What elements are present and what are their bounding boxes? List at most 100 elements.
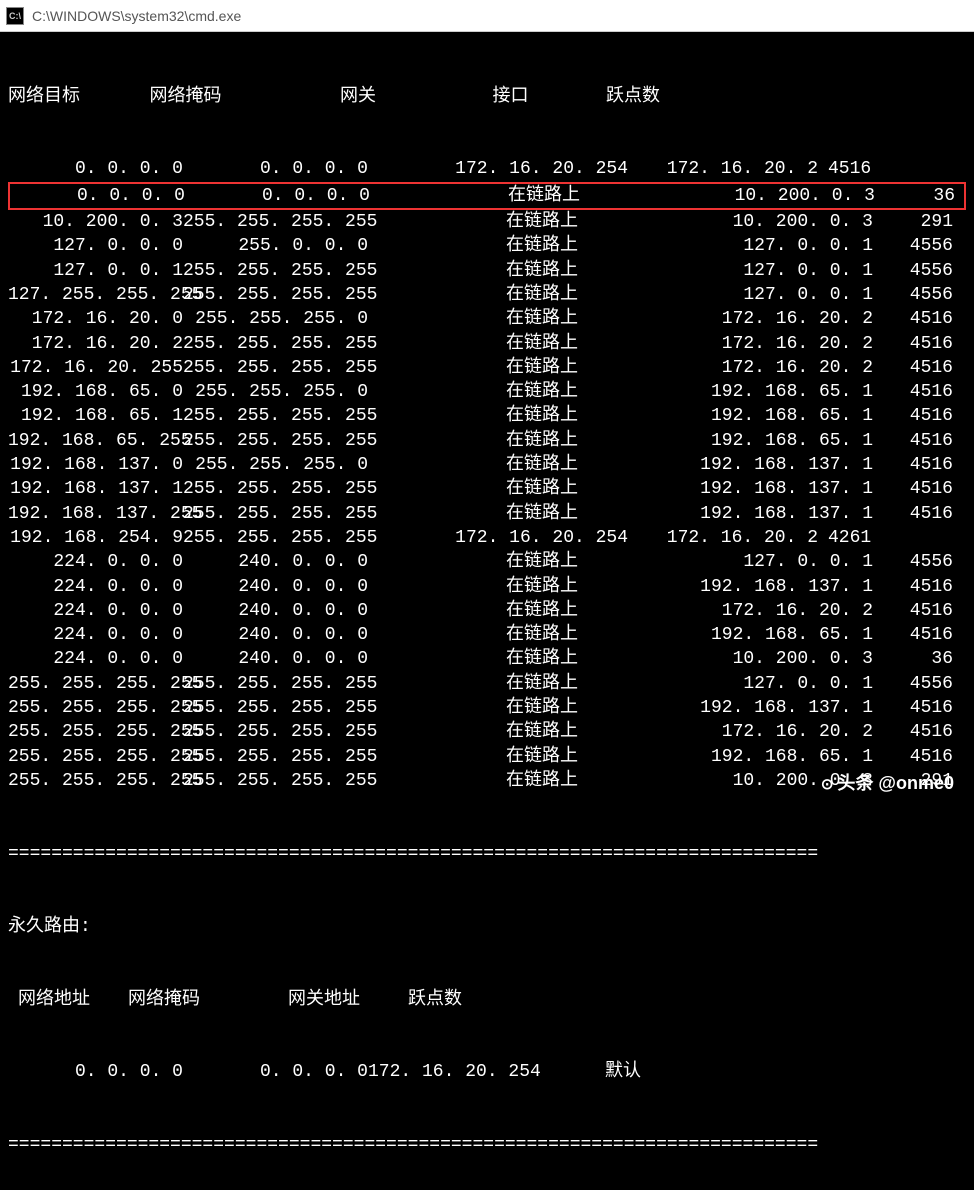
route-row: 224. 0. 0. 0240. 0. 0. 0在链路上127. 0. 0. 1… <box>8 550 966 574</box>
route-row: 0. 0. 0. 00. 0. 0. 0在链路上10. 200. 0. 336 <box>8 182 966 210</box>
route-dest: 255. 255. 255. 255 <box>8 720 183 744</box>
persistent-header-addr: 网络地址 <box>8 988 128 1012</box>
route-gateway: 在链路上 <box>368 259 638 283</box>
route-metric: 4516 <box>873 307 953 331</box>
route-gateway: 在链路上 <box>368 599 638 623</box>
persistent-header-row: 网络地址 网络掩码 网关地址 跃点数 <box>8 988 966 1012</box>
route-dest: 224. 0. 0. 0 <box>8 647 183 671</box>
route-row: 224. 0. 0. 0240. 0. 0. 0在链路上10. 200. 0. … <box>8 647 966 671</box>
route-dest: 255. 255. 255. 255 <box>8 672 183 696</box>
route-mask: 255. 255. 255. 255 <box>183 672 368 696</box>
route-dest: 192. 168. 137. 0 <box>8 453 183 477</box>
route-gateway: 在链路上 <box>368 550 638 574</box>
route-row: 255. 255. 255. 255255. 255. 255. 255在链路上… <box>8 672 966 696</box>
window-title: C:\WINDOWS\system32\cmd.exe <box>32 8 241 24</box>
window-titlebar: C:\ C:\WINDOWS\system32\cmd.exe <box>0 0 974 32</box>
route-iface: 172. 16. 20. 2 <box>638 307 873 331</box>
route-row: 192. 168. 254. 9255. 255. 255. 255172. 1… <box>8 526 966 550</box>
route-dest: 172. 16. 20. 2 <box>8 332 183 356</box>
route-mask: 255. 255. 255. 255 <box>183 477 368 501</box>
route-mask: 255. 255. 255. 255 <box>183 526 368 550</box>
route-dest: 224. 0. 0. 0 <box>8 623 183 647</box>
watermark-handle: @onme0 <box>878 773 954 793</box>
route-iface: 192. 168. 65. 1 <box>638 404 873 428</box>
route-mask: 255. 255. 255. 255 <box>183 210 368 234</box>
route-mask: 255. 255. 255. 255 <box>183 332 368 356</box>
route-mask: 240. 0. 0. 0 <box>183 550 368 574</box>
route-row: 192. 168. 65. 1255. 255. 255. 255在链路上192… <box>8 404 966 428</box>
route-row: 224. 0. 0. 0240. 0. 0. 0在链路上172. 16. 20.… <box>8 599 966 623</box>
route-iface: 127. 0. 0. 1 <box>638 550 873 574</box>
header-gateway: 网关 <box>273 85 443 109</box>
route-iface: 192. 168. 137. 1 <box>638 502 873 526</box>
route-gateway: 在链路上 <box>368 477 638 501</box>
route-gateway: 172. 16. 20. 254 <box>368 157 638 181</box>
persistent-addr: 0. 0. 0. 0 <box>8 1060 183 1084</box>
route-metric: 4556 <box>873 283 953 307</box>
route-gateway: 在链路上 <box>370 184 640 208</box>
route-metric: 4261 <box>818 526 898 550</box>
watermark-icon: ⊙ <box>821 775 834 793</box>
header-metric: 跃点数 <box>578 85 688 109</box>
watermark: ⊙头条 @onme0 <box>821 769 954 795</box>
persistent-header-mask: 网络掩码 <box>128 988 288 1012</box>
route-row: 172. 16. 20. 255255. 255. 255. 255在链路上17… <box>8 356 966 380</box>
route-row: 192. 168. 137. 1255. 255. 255. 255在链路上19… <box>8 477 966 501</box>
route-mask: 240. 0. 0. 0 <box>183 575 368 599</box>
route-row: 192. 168. 137. 0255. 255. 255. 0在链路上192.… <box>8 453 966 477</box>
route-metric: 4516 <box>873 332 953 356</box>
route-dest: 172. 16. 20. 0 <box>8 307 183 331</box>
route-mask: 255. 255. 255. 255 <box>183 745 368 769</box>
route-gateway: 在链路上 <box>368 575 638 599</box>
route-dest: 255. 255. 255. 255 <box>8 769 183 793</box>
route-iface: 172. 16. 20. 2 <box>638 599 873 623</box>
route-dest: 0. 0. 0. 0 <box>8 157 183 181</box>
route-iface: 172. 16. 20. 2 <box>638 356 873 380</box>
route-gateway: 在链路上 <box>368 429 638 453</box>
route-gateway: 在链路上 <box>368 404 638 428</box>
route-mask: 255. 255. 255. 0 <box>183 380 368 404</box>
route-dest: 192. 168. 65. 0 <box>8 380 183 404</box>
route-iface: 127. 0. 0. 1 <box>638 259 873 283</box>
persistent-mask: 0. 0. 0. 0 <box>183 1060 368 1084</box>
route-row: 224. 0. 0. 0240. 0. 0. 0在链路上192. 168. 65… <box>8 623 966 647</box>
route-dest: 192. 168. 254. 9 <box>8 526 183 550</box>
route-mask: 255. 0. 0. 0 <box>183 234 368 258</box>
persistent-gw: 172. 16. 20. 254 <box>368 1060 548 1084</box>
route-metric: 4516 <box>873 623 953 647</box>
route-row: 224. 0. 0. 0240. 0. 0. 0在链路上192. 168. 13… <box>8 575 966 599</box>
watermark-prefix: 头条 <box>837 773 873 793</box>
route-iface: 127. 0. 0. 1 <box>638 234 873 258</box>
route-metric: 4516 <box>873 404 953 428</box>
route-dest: 127. 0. 0. 1 <box>8 259 183 283</box>
route-gateway: 在链路上 <box>368 283 638 307</box>
route-metric: 4516 <box>873 696 953 720</box>
header-iface: 接口 <box>443 85 578 109</box>
route-metric: 4516 <box>873 477 953 501</box>
route-iface: 10. 200. 0. 3 <box>640 184 875 208</box>
route-row: 192. 168. 137. 255255. 255. 255. 255在链路上… <box>8 502 966 526</box>
route-row: 127. 0. 0. 0255. 0. 0. 0在链路上127. 0. 0. 1… <box>8 234 966 258</box>
route-mask: 255. 255. 255. 255 <box>183 259 368 283</box>
route-gateway: 在链路上 <box>368 234 638 258</box>
route-gateway: 在链路上 <box>368 647 638 671</box>
route-iface: 10. 200. 0. 3 <box>638 647 873 671</box>
route-gateway: 在链路上 <box>368 332 638 356</box>
persistent-header-gw: 网关地址 <box>288 988 408 1012</box>
route-mask: 255. 255. 255. 255 <box>183 696 368 720</box>
persistent-title: 永久路由: <box>8 915 966 939</box>
route-gateway: 在链路上 <box>368 769 638 793</box>
cmd-icon: C:\ <box>6 7 24 25</box>
route-iface: 192. 168. 137. 1 <box>638 453 873 477</box>
route-row: 255. 255. 255. 255255. 255. 255. 255在链路上… <box>8 696 966 720</box>
divider-line-bottom: ========================================… <box>8 1133 966 1157</box>
route-mask: 240. 0. 0. 0 <box>183 599 368 623</box>
route-dest: 255. 255. 255. 255 <box>8 745 183 769</box>
route-metric: 4516 <box>873 453 953 477</box>
route-mask: 255. 255. 255. 255 <box>183 502 368 526</box>
route-iface: 192. 168. 65. 1 <box>638 429 873 453</box>
route-dest: 224. 0. 0. 0 <box>8 599 183 623</box>
route-metric: 4516 <box>873 356 953 380</box>
route-row: 255. 255. 255. 255255. 255. 255. 255在链路上… <box>8 720 966 744</box>
route-metric: 36 <box>875 184 955 208</box>
